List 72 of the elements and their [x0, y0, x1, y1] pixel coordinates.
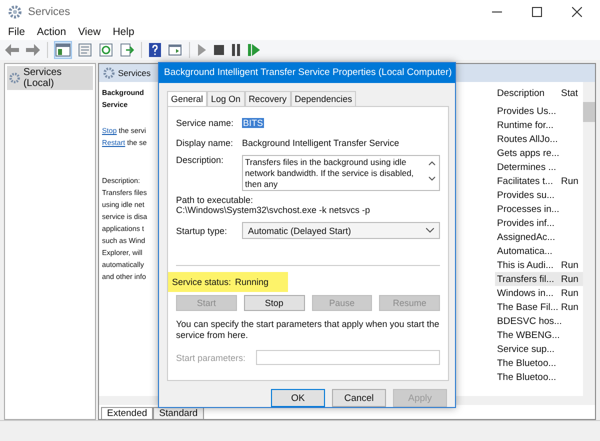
resume-icon[interactable]: [248, 44, 260, 56]
path-value: C:\Windows\System32\svchost.exe -k netsvcs -p: [176, 204, 372, 215]
display-name-value: Background Intelligent Transfer Service: [242, 138, 400, 148]
field-label: Display name:: [176, 138, 234, 148]
dialog-tab[interactable]: Log On: [207, 90, 245, 106]
window-title: Services: [28, 6, 70, 18]
view-tab[interactable]: Extended: [101, 407, 154, 419]
field-label: Service name:: [176, 118, 235, 128]
hint-text: You can specify the start parameters that apply when you start the service from here.: [176, 318, 440, 341]
help-icon[interactable]: [149, 43, 161, 57]
service-row[interactable]: The WBENG...: [495, 328, 583, 342]
view-tab[interactable]: Standard: [153, 407, 204, 419]
service-row[interactable]: The Bluetoo...: [495, 370, 583, 384]
service-row[interactable]: The Bluetoo...: [495, 356, 583, 370]
vertical-scrollbar[interactable]: [583, 82, 595, 396]
service-row[interactable]: This is Audi... Run: [495, 258, 583, 272]
export-icon[interactable]: [120, 43, 134, 57]
service-name-value: BITS: [242, 118, 264, 128]
menu-item[interactable]: Help: [112, 26, 134, 38]
pane-title: Services: [118, 68, 151, 78]
play-icon[interactable]: [197, 44, 207, 56]
properties-icon[interactable]: [78, 43, 92, 57]
service-row[interactable]: Provides inf...: [495, 216, 583, 230]
service-row[interactable]: Service sup...: [495, 342, 583, 356]
chevron-down-icon: [426, 228, 434, 234]
service-row[interactable]: Transfers fil... Run: [495, 272, 583, 286]
gear-icon: [9, 72, 20, 84]
service-row[interactable]: Automatica...: [495, 244, 583, 258]
column-header[interactable]: Description: [495, 88, 561, 98]
dialog-button[interactable]: Cancel: [332, 389, 386, 407]
pause-icon[interactable]: [231, 44, 241, 56]
maximize-icon[interactable]: [532, 7, 542, 17]
service-row[interactable]: Processes in...: [495, 202, 583, 216]
forward-arrow-icon[interactable]: [26, 44, 40, 56]
service-row[interactable]: Windows in... Run: [495, 286, 583, 300]
gear-icon: [8, 5, 22, 19]
service-row[interactable]: Gets apps re...: [495, 146, 583, 160]
column-header[interactable]: Stat: [561, 88, 583, 98]
service-status-value: Running: [235, 276, 269, 287]
dialog-tab[interactable]: Recovery: [244, 90, 291, 106]
menu-item[interactable]: Action: [36, 26, 66, 38]
service-row[interactable]: Facilitates t... Run: [495, 174, 583, 188]
service-row[interactable]: Provides Us...: [495, 104, 583, 118]
service-row[interactable]: Determines ...: [495, 160, 583, 174]
dialog-tab[interactable]: Dependencies: [290, 90, 356, 106]
service-control-button[interactable]: Stop: [244, 294, 304, 311]
field-label: Service status:: [172, 276, 232, 287]
service-row[interactable]: BDESVC hos...: [495, 314, 583, 328]
field-label: Description:: [176, 154, 225, 165]
scroll-arrows-icon[interactable]: [428, 160, 436, 182]
service-row[interactable]: Runtime for...: [495, 118, 583, 132]
gear-icon: [103, 67, 115, 79]
close-icon[interactable]: [572, 7, 582, 17]
back-arrow-icon[interactable]: [5, 44, 19, 56]
service-row[interactable]: AssignedAc...: [495, 230, 583, 244]
service-row[interactable]: Routes AllJo...: [495, 132, 583, 146]
console-tree-icon[interactable]: [55, 42, 71, 58]
description-box[interactable]: Transfers files in the background using idle network bandwidth. If the service is disabled, then any: [242, 154, 440, 191]
dialog-tab[interactable]: General: [167, 90, 208, 106]
refresh-icon[interactable]: [99, 43, 113, 57]
menu-item[interactable]: File: [8, 26, 25, 38]
dialog-button[interactable]: OK: [271, 389, 325, 407]
startup-type-dropdown[interactable]: Automatic (Delayed Start): [242, 222, 440, 240]
service-row[interactable]: Provides su...: [495, 188, 583, 202]
console-icon[interactable]: [168, 43, 182, 57]
field-label: Startup type:: [176, 226, 228, 236]
field-label: Path to executable:: [176, 194, 254, 205]
service-row[interactable]: The Base Fil... Run: [495, 300, 583, 314]
dialog-title: Background Intelligent Transfer Service Properties (Local Computer): [164, 67, 452, 78]
tree-item[interactable]: Services (Local): [7, 66, 93, 90]
menu-item[interactable]: View: [78, 26, 101, 38]
field-label: Start parameters:: [176, 352, 247, 363]
